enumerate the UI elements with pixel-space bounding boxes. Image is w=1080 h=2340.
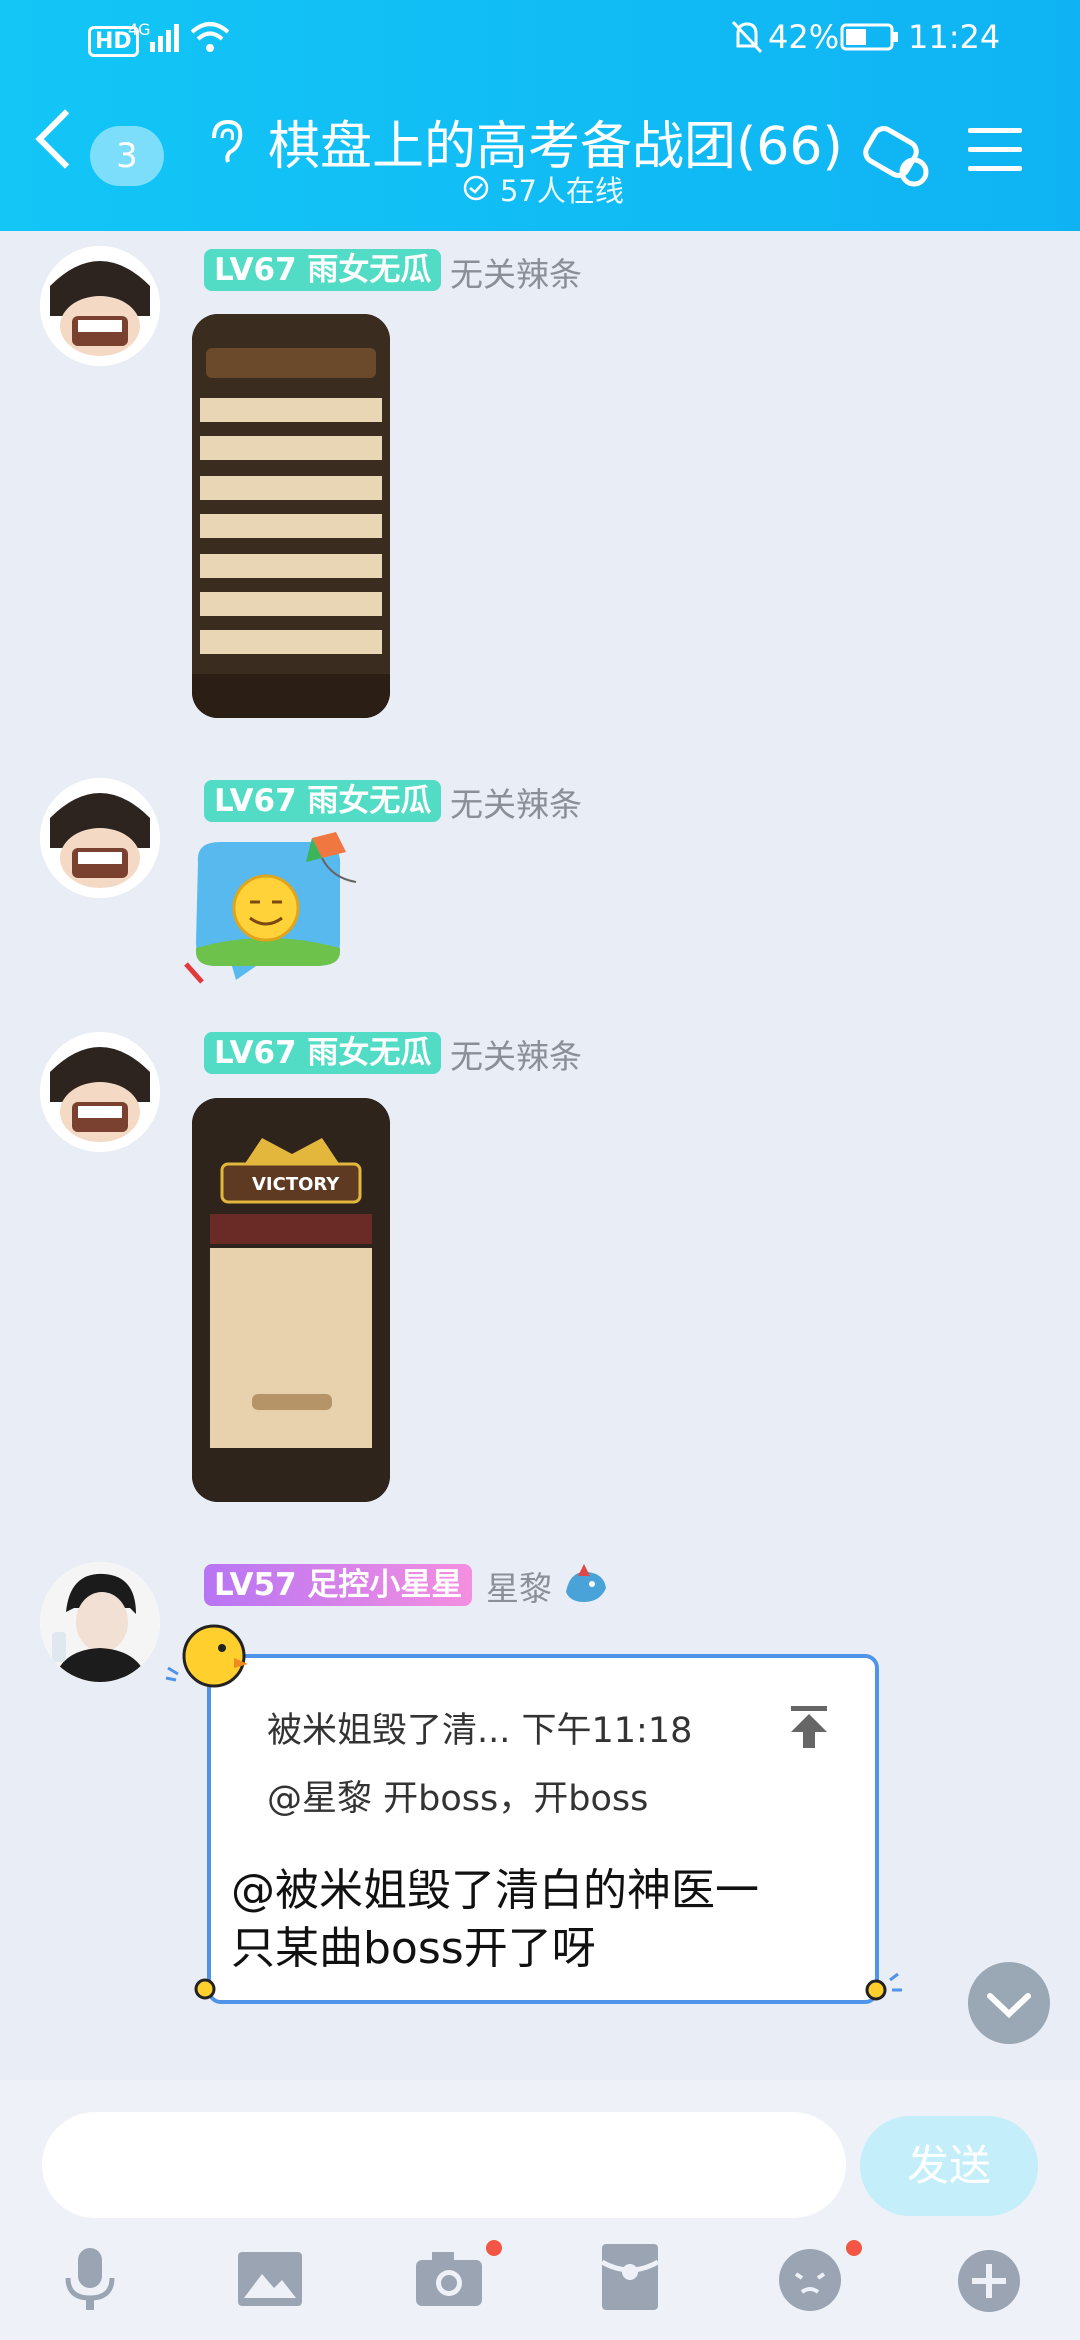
camera-icon[interactable] (414, 2248, 484, 2308)
avatar[interactable] (40, 1032, 160, 1152)
online-check-icon (463, 175, 489, 201)
notification-dot (486, 2240, 502, 2256)
phone-call-icon[interactable] (858, 122, 930, 188)
sender-name: 星黎 (486, 1569, 552, 1608)
sender-name: 无关辣条 (450, 785, 582, 824)
clock: 11:24 (908, 18, 1001, 56)
victory-label: VICTORY (252, 1174, 340, 1195)
avatar-icon (40, 1562, 160, 1682)
avatar[interactable] (40, 246, 160, 366)
ear-icon[interactable] (206, 118, 246, 166)
wifi-icon (190, 22, 230, 52)
battery-percent: 42% (768, 18, 840, 56)
notification-dot (846, 2240, 862, 2256)
member-level-tag: LV57 足控小星星 (204, 1564, 473, 1606)
member-level-tag: LV67 雨女无瓜 (204, 1032, 442, 1074)
image-message[interactable]: VICTORY (192, 1098, 390, 1502)
bubble-corner-dot-icon (865, 1972, 902, 2001)
avatar-icon (40, 1032, 160, 1152)
chick-bubble-decoration-icon (165, 1624, 248, 1688)
scroll-to-bottom-button[interactable] (968, 1962, 1050, 2044)
top-bar: HD 4G 42% 11:24 3 棋盘上的高考备战团(66) 57人在线 (0, 0, 1080, 231)
unread-count-badge: 3 (90, 126, 164, 186)
quote-text: @星黎 开boss，开boss (267, 1779, 649, 1819)
member-level-tag: LV67 雨女无瓜 (204, 780, 442, 822)
network-label: 4G (128, 20, 151, 39)
game-screenshot-image (192, 314, 390, 718)
microphone-icon[interactable] (58, 2244, 122, 2314)
dragon-badge-icon (566, 1564, 606, 1602)
message-text-line: 只某曲boss开了呀 (231, 1923, 596, 1974)
sticker-message[interactable] (176, 832, 366, 992)
chevron-down-icon (987, 1993, 1031, 2019)
member-level-tag: LV67 雨女无瓜 (204, 249, 442, 291)
avatar-icon (40, 778, 160, 898)
online-count: 57人在线 (500, 174, 624, 208)
image-icon[interactable] (236, 2250, 304, 2308)
message-input[interactable] (42, 2112, 846, 2218)
send-button[interactable]: 发送 (860, 2116, 1038, 2216)
sender-name: 无关辣条 (450, 255, 582, 294)
signal-icon (150, 24, 179, 52)
mute-bell-icon (731, 20, 763, 54)
back-chevron-icon (35, 109, 95, 169)
bubble-corner-dot-icon (194, 1978, 216, 2000)
avatar-icon (40, 246, 160, 366)
sender-name: 无关辣条 (450, 1037, 582, 1076)
message-text-line: @被米姐毁了清白的神医一 (231, 1865, 759, 1916)
battery-icon (840, 23, 898, 51)
quote-header: 被米姐毁了清... 下午11:18 (267, 1711, 693, 1751)
plus-icon[interactable] (956, 2248, 1022, 2314)
red-packet-icon[interactable] (600, 2242, 660, 2312)
image-message[interactable] (192, 314, 390, 718)
victory-screenshot-image (192, 1098, 390, 1502)
smiley-sticker-icon (184, 832, 357, 984)
emoji-icon[interactable] (776, 2246, 844, 2314)
jump-to-quote-icon[interactable] (787, 1704, 831, 1750)
avatar[interactable] (40, 1562, 160, 1682)
menu-icon[interactable] (968, 128, 1022, 172)
reply-message-bubble[interactable]: 被米姐毁了清... 下午11:18 @星黎 开boss，开boss @被米姐毁了… (207, 1654, 879, 2004)
avatar[interactable] (40, 778, 160, 898)
